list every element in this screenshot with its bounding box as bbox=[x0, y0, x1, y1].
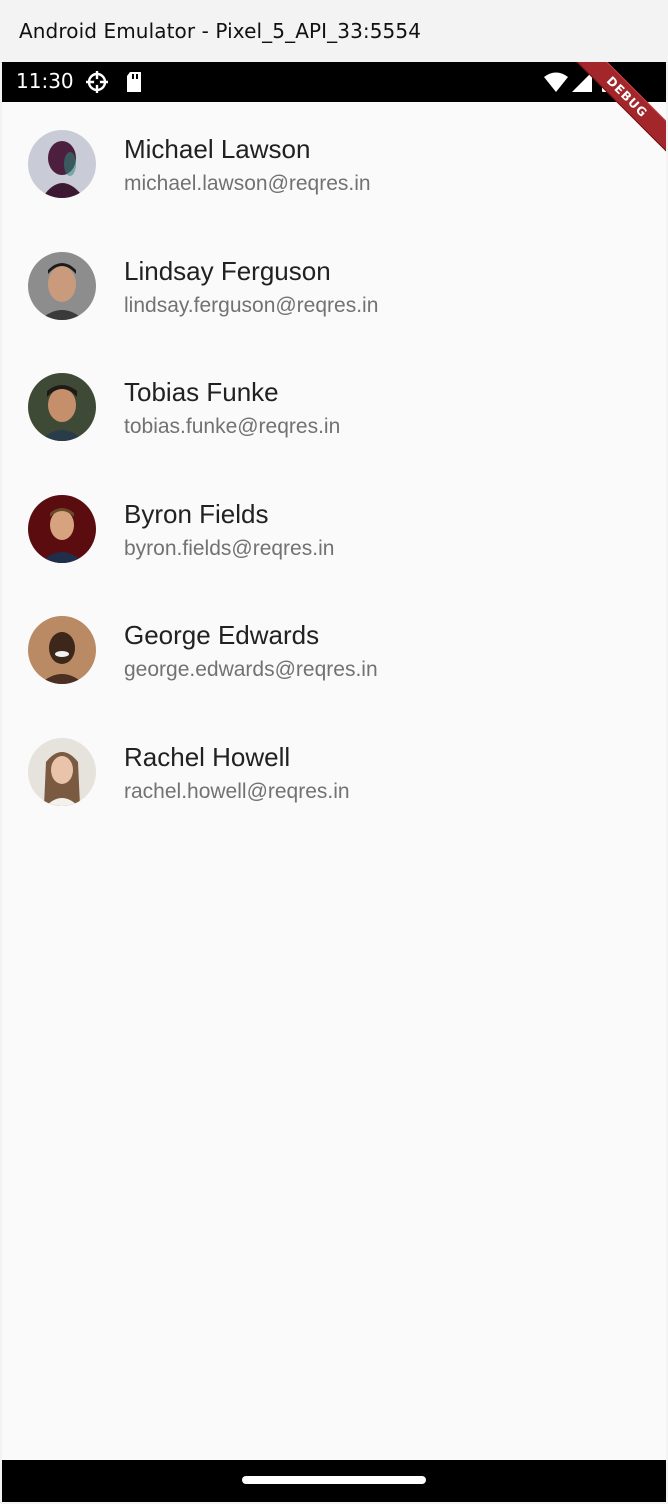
settings-icon bbox=[86, 71, 108, 97]
user-email: byron.fields@reqres.in bbox=[124, 536, 335, 560]
home-gesture-handle[interactable] bbox=[242, 1476, 426, 1484]
list-item[interactable]: Byron Fields byron.fields@reqres.in bbox=[2, 467, 666, 589]
window-title: Android Emulator - Pixel_5_API_33:5554 bbox=[19, 19, 422, 43]
sd-card-icon bbox=[124, 71, 144, 97]
list-item[interactable]: Rachel Howell rachel.howell@reqres.in bbox=[2, 710, 666, 832]
user-name: Lindsay Ferguson bbox=[124, 255, 331, 286]
user-email: lindsay.ferguson@reqres.in bbox=[124, 293, 379, 317]
list-item[interactable]: George Edwards george.edwards@reqres.in bbox=[2, 588, 666, 710]
emulator-window: Android Emulator - Pixel_5_API_33:5554 1… bbox=[0, 0, 668, 1504]
user-email: rachel.howell@reqres.in bbox=[124, 779, 350, 803]
avatar bbox=[28, 494, 96, 563]
list-item[interactable]: Michael Lawson michael.lawson@reqres.in bbox=[2, 102, 666, 224]
navigation-bar bbox=[2, 1460, 666, 1502]
device-screen: 11:30 DEBUG Michael Lawson michael.lawso… bbox=[2, 62, 666, 1502]
avatar bbox=[28, 251, 96, 320]
user-name: Rachel Howell bbox=[124, 741, 291, 772]
avatar bbox=[28, 737, 96, 806]
user-email: tobias.funke@reqres.in bbox=[124, 415, 341, 439]
user-name: George Edwards bbox=[124, 620, 320, 651]
signal-icon bbox=[572, 72, 592, 96]
user-email: george.edwards@reqres.in bbox=[124, 658, 378, 682]
avatar bbox=[28, 130, 96, 198]
avatar bbox=[28, 616, 96, 685]
user-name: Michael Lawson bbox=[124, 134, 311, 164]
user-list: Michael Lawson michael.lawson@reqres.in … bbox=[2, 102, 666, 832]
status-time: 11:30 bbox=[16, 69, 74, 93]
status-bar: 11:30 bbox=[2, 62, 666, 102]
avatar bbox=[28, 373, 96, 442]
user-email: michael.lawson@reqres.in bbox=[124, 172, 371, 195]
wifi-icon bbox=[544, 72, 568, 96]
list-item[interactable]: Lindsay Ferguson lindsay.ferguson@reqres… bbox=[2, 224, 666, 346]
list-item[interactable]: Tobias Funke tobias.funke@reqres.in bbox=[2, 345, 666, 467]
user-name: Byron Fields bbox=[124, 498, 269, 529]
user-name: Tobias Funke bbox=[124, 377, 279, 408]
window-titlebar[interactable]: Android Emulator - Pixel_5_API_33:5554 bbox=[0, 0, 668, 63]
